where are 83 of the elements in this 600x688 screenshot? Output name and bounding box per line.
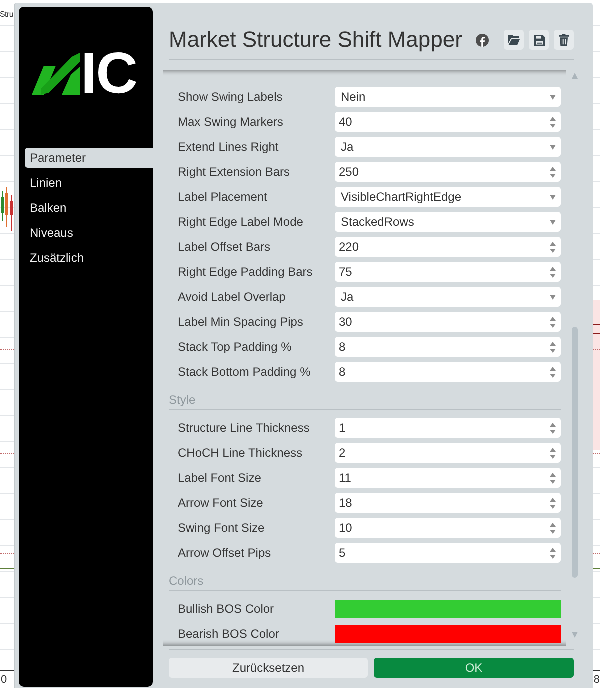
setting-label: Label Font Size [178, 470, 262, 486]
section-heading: Colors [169, 574, 204, 588]
spinner-icon [550, 422, 556, 434]
sidebar-item[interactable]: Linien [25, 173, 153, 193]
scroll-down-icon[interactable] [572, 632, 578, 638]
chart-title: Stru [0, 10, 14, 20]
delete-button[interactable] [554, 30, 574, 50]
logo-text: IC [81, 53, 137, 95]
dropdown-field[interactable]: Nein [335, 87, 561, 107]
setting-label: Label Placement [178, 190, 268, 204]
f-circle-icon[interactable] [476, 34, 490, 46]
setting-label: Swing Font Size [178, 520, 265, 536]
number-field[interactable]: 1 [335, 418, 561, 438]
setting-label: Stack Top Padding % [178, 340, 292, 354]
logo-mark-icon [32, 53, 80, 95]
color-swatch[interactable] [335, 625, 561, 643]
section-heading: Style [169, 393, 196, 407]
setting-label: Bearish BOS Color [178, 626, 280, 642]
scroll-up-icon[interactable] [572, 73, 578, 79]
sidebar-item[interactable]: Parameter [25, 148, 153, 168]
number-field[interactable]: 8 [335, 337, 561, 357]
setting-label: Arrow Offset Pips [178, 546, 272, 560]
setting-label: Structure Line Thickness [178, 420, 310, 436]
confirm-button[interactable]: OK [374, 658, 574, 678]
caret-down-icon [550, 94, 556, 100]
dropdown-field[interactable]: Ja [335, 137, 561, 157]
scrollbar-thumb[interactable] [572, 327, 578, 578]
candlestick-drawing [0, 187, 14, 231]
sidebar-item[interactable]: Zusätzlich [25, 248, 153, 268]
spinner-icon [550, 366, 556, 378]
sidebar-item[interactable]: Niveaus [25, 223, 153, 243]
number-field[interactable]: 11 [335, 468, 561, 488]
folder-icon [508, 35, 520, 45]
number-field[interactable]: 5 [335, 543, 561, 563]
spinner-icon [550, 498, 556, 508]
dialog-title: Market Structure Shift Mapper [169, 27, 462, 53]
setting-label: Avoid Label Overlap [178, 290, 286, 304]
number-field[interactable]: 40 [335, 112, 561, 132]
number-field[interactable]: 75 [335, 262, 561, 282]
spinner-icon [550, 522, 556, 534]
setting-label: Arrow Font Size [178, 496, 264, 510]
caret-down-icon [550, 294, 556, 300]
setting-label: Label Offset Bars [178, 240, 270, 254]
setting-label: Bullish BOS Color [178, 602, 274, 616]
number-field[interactable]: 250 [335, 162, 561, 182]
setting-label: Label Min Spacing Pips [178, 314, 304, 330]
dropdown-field[interactable]: Ja [335, 287, 561, 307]
number-field[interactable]: 220 [335, 237, 561, 257]
dropdown-field[interactable]: VisibleChartRightEdge [335, 187, 561, 207]
spinner-icon [550, 448, 556, 458]
spinner-icon [550, 548, 556, 558]
number-field[interactable]: 30 [335, 312, 561, 332]
setting-label: Stack Bottom Padding % [178, 364, 311, 380]
setting-label: CHoCH Line Thickness [178, 446, 302, 460]
number-field[interactable]: 2 [335, 443, 561, 463]
trash-icon [559, 34, 569, 46]
color-swatch[interactable] [335, 600, 561, 618]
caret-down-icon [550, 220, 556, 224]
caret-down-icon [550, 144, 556, 150]
spinner-icon [550, 166, 556, 178]
sidebar-item[interactable]: Balken [25, 198, 153, 218]
setting-label: Right Edge Label Mode [178, 214, 304, 230]
spinner-icon [550, 266, 556, 278]
setting-label: Max Swing Markers [178, 114, 284, 130]
number-field[interactable]: 18 [335, 493, 561, 513]
number-field[interactable]: 8 [335, 362, 561, 382]
setting-label: Right Edge Padding Bars [178, 264, 313, 280]
caret-down-icon [550, 194, 556, 200]
axis-label: 8 [594, 674, 600, 687]
spinner-icon [550, 242, 556, 252]
setting-label: Extend Lines Right [178, 140, 279, 154]
axis-label: 0 [1, 674, 8, 687]
spinner-icon [550, 316, 556, 328]
save-button[interactable] [529, 30, 549, 50]
spinner-icon [550, 472, 556, 484]
dropdown-field[interactable]: StackedRows [335, 212, 561, 232]
reset-button[interactable]: Zurücksetzen [169, 658, 368, 678]
open-button[interactable] [504, 30, 524, 50]
spinner-icon [550, 342, 556, 352]
spinner-icon [550, 116, 556, 128]
number-field[interactable]: 10 [335, 518, 561, 538]
setting-label: Show Swing Labels [178, 90, 283, 104]
setting-label: Right Extension Bars [178, 164, 290, 180]
